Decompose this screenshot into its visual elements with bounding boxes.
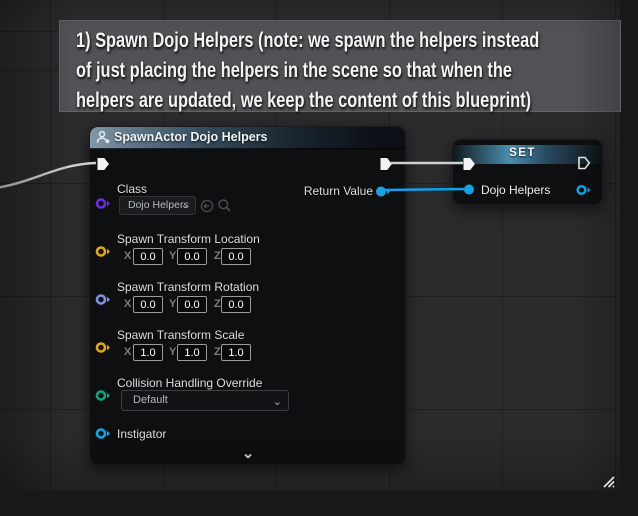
- axis-label-z: Z: [214, 346, 221, 358]
- set-variable-out-pin[interactable]: [575, 184, 592, 196]
- return-value-label: Return Value: [290, 184, 373, 198]
- class-pin-label: Class: [117, 182, 147, 196]
- class-pin[interactable]: [94, 197, 111, 210]
- wire-exec-incoming[interactable]: [0, 163, 96, 188]
- spawn-transform-rotation-label: Spawn Transform Rotation: [117, 280, 259, 294]
- spawnactor-node[interactable]: SpawnActor Dojo Helpers Class Dojo Helpe…: [89, 126, 406, 465]
- comment-box[interactable]: 1) Spawn Dojo Helpers (note: we spawn th…: [59, 20, 621, 112]
- exec-out-pin[interactable]: [577, 156, 591, 170]
- scale-x-input[interactable]: [133, 344, 163, 361]
- set-variable-label: Dojo Helpers: [481, 183, 550, 197]
- location-z-input[interactable]: [221, 248, 251, 265]
- exec-in-pin[interactable]: [462, 157, 476, 171]
- axis-label-x: X: [124, 298, 131, 310]
- spawn-transform-location-label: Spawn Transform Location: [117, 232, 260, 246]
- collision-handling-value: Default: [133, 394, 168, 406]
- scale-z-input[interactable]: [221, 344, 251, 361]
- comment-text: 1) Spawn Dojo Helpers (note: we spawn th…: [60, 21, 620, 116]
- instigator-pin[interactable]: [94, 427, 111, 440]
- class-select-value: Dojo Helpers: [128, 199, 189, 211]
- chevron-down-icon: ⌄: [273, 393, 282, 412]
- instigator-label: Instigator: [117, 427, 166, 441]
- collision-handling-dropdown[interactable]: Default ⌄: [121, 390, 289, 411]
- axis-label-x: X: [124, 250, 131, 262]
- axis-label-y: Y: [169, 250, 176, 262]
- collision-handling-label: Collision Handling Override: [117, 376, 262, 390]
- location-x-input[interactable]: [133, 248, 163, 265]
- blueprint-graph-canvas[interactable]: 1) Spawn Dojo Helpers (note: we spawn th…: [0, 0, 620, 491]
- spawnactor-node-header[interactable]: SpawnActor Dojo Helpers: [90, 127, 405, 149]
- spawn-actor-icon: [96, 130, 111, 145]
- class-select-dropdown[interactable]: Dojo Helpers ⌄: [119, 196, 196, 215]
- comment-line: helpers are updated, we keep the content…: [76, 86, 609, 116]
- comment-line: 1) Spawn Dojo Helpers (note: we spawn th…: [76, 26, 609, 56]
- spawn-transform-location-pin[interactable]: [94, 245, 111, 258]
- rotation-z-input[interactable]: [221, 296, 251, 313]
- axis-label-y: Y: [169, 346, 176, 358]
- collision-handling-pin[interactable]: [94, 389, 111, 402]
- axis-label-z: Z: [214, 298, 221, 310]
- comment-line: of just placing the helpers in the scene…: [76, 56, 609, 86]
- exec-out-pin[interactable]: [379, 157, 393, 171]
- panel-resize-grip[interactable]: [600, 473, 616, 489]
- rotation-x-input[interactable]: [133, 296, 163, 313]
- spawn-transform-scale-pin[interactable]: [94, 341, 111, 354]
- axis-label-y: Y: [169, 298, 176, 310]
- use-selected-asset-icon[interactable]: [200, 199, 214, 213]
- axis-label-z: Z: [214, 250, 221, 262]
- return-value-pin[interactable]: [374, 185, 391, 198]
- axis-label-x: X: [124, 346, 131, 358]
- set-node[interactable]: SET Dojo Helpers: [452, 139, 603, 205]
- node-title: SpawnActor Dojo Helpers: [114, 130, 268, 144]
- rotation-y-input[interactable]: [177, 296, 207, 313]
- spawn-transform-rotation-pin[interactable]: [94, 293, 111, 306]
- scale-y-input[interactable]: [177, 344, 207, 361]
- spawn-transform-scale-label: Spawn Transform Scale: [117, 328, 244, 342]
- location-y-input[interactable]: [177, 248, 207, 265]
- exec-in-pin[interactable]: [96, 157, 110, 171]
- node-expand-chevron-icon[interactable]: ⌄: [240, 449, 256, 461]
- chevron-down-icon: ⌄: [181, 197, 189, 214]
- browse-search-icon[interactable]: [217, 198, 232, 213]
- set-variable-in-pin[interactable]: [463, 184, 476, 195]
